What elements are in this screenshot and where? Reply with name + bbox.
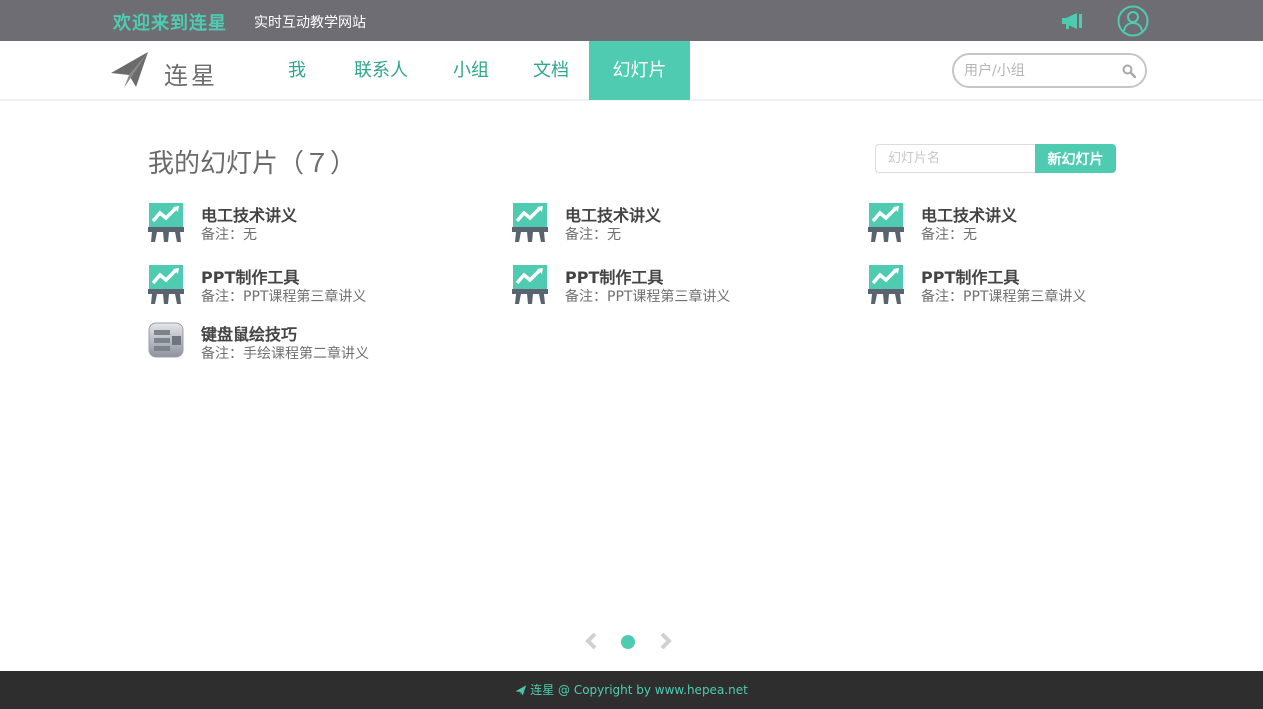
slide-name[interactable]: 电工技术讲义 [565, 202, 661, 226]
pager-dot-current[interactable] [621, 635, 635, 649]
keyboard-app-icon [148, 322, 184, 358]
paper-plane-icon [515, 685, 527, 696]
slide-name[interactable]: PPT制作工具 [565, 264, 663, 288]
slide-note: 备注：无 [921, 227, 977, 243]
slide-name[interactable]: 键盘鼠绘技巧 [201, 321, 297, 345]
slide-note: 备注：手绘课程第二章讲义 [201, 346, 369, 362]
nav-item-contacts[interactable]: 联系人 [340, 41, 422, 100]
slide-item[interactable]: PPT制作工具 备注：PPT课程第三章讲义 [148, 264, 468, 308]
slide-name[interactable]: PPT制作工具 [921, 264, 1019, 288]
search-box [952, 53, 1147, 88]
slide-note: 备注：PPT课程第三章讲义 [921, 289, 1087, 305]
slide-note: 备注：PPT课程第三章讲义 [201, 289, 367, 305]
slide-item[interactable]: 电工技术讲义 备注：无 [148, 202, 468, 246]
presentation-chart-icon [148, 203, 184, 242]
slide-item[interactable]: PPT制作工具 备注：PPT课程第三章讲义 [512, 264, 832, 308]
chevron-right-icon[interactable] [658, 632, 674, 650]
chevron-left-icon[interactable] [583, 632, 599, 650]
slide-item[interactable]: 电工技术讲义 备注：无 [868, 202, 1188, 246]
page-title: 我的幻灯片（７） [148, 149, 357, 179]
site-tagline: 实时互动教学网站 [254, 15, 366, 31]
nav-item-me[interactable]: 我 [277, 41, 317, 100]
presentation-chart-icon [512, 265, 548, 304]
new-slide-button[interactable]: 新幻灯片 [1035, 144, 1116, 173]
slide-note: 备注：PPT课程第三章讲义 [565, 289, 731, 305]
footer: 连星 @ Copyright by www.hepea.net [0, 671, 1263, 709]
paper-plane-icon[interactable] [110, 51, 150, 89]
user-avatar-icon[interactable] [1117, 5, 1149, 37]
presentation-chart-icon [148, 265, 184, 304]
welcome-text: 欢迎来到连星 [113, 13, 227, 34]
presentation-chart-icon [868, 265, 904, 304]
presentation-chart-icon [512, 203, 548, 242]
nav-item-groups[interactable]: 小组 [440, 41, 502, 100]
footer-copyright: 连星 @ Copyright by www.hepea.net [530, 683, 748, 697]
slide-item[interactable]: 电工技术讲义 备注：无 [512, 202, 832, 246]
search-input[interactable] [964, 62, 1114, 80]
slide-name[interactable]: 电工技术讲义 [201, 202, 297, 226]
slide-item[interactable]: 键盘鼠绘技巧 备注：手绘课程第二章讲义 [148, 321, 468, 365]
slide-note: 备注：无 [201, 227, 257, 243]
new-slide-name-input[interactable] [875, 144, 1036, 173]
slide-name[interactable]: 电工技术讲义 [921, 202, 1017, 226]
main-navbar: 连星 我 联系人 小组 文档 幻灯片 [0, 41, 1263, 101]
presentation-chart-icon [868, 203, 904, 242]
slide-name[interactable]: PPT制作工具 [201, 264, 299, 288]
nav-item-slides[interactable]: 幻灯片 [589, 41, 690, 100]
slide-note: 备注：无 [565, 227, 621, 243]
search-icon[interactable] [1122, 64, 1136, 78]
top-bar: 欢迎来到连星 实时互动教学网站 [0, 0, 1263, 41]
megaphone-icon[interactable] [1060, 12, 1084, 30]
brand-name[interactable]: 连星 [164, 56, 218, 91]
slide-item[interactable]: PPT制作工具 备注：PPT课程第三章讲义 [868, 264, 1188, 308]
nav-item-documents[interactable]: 文档 [520, 41, 582, 100]
